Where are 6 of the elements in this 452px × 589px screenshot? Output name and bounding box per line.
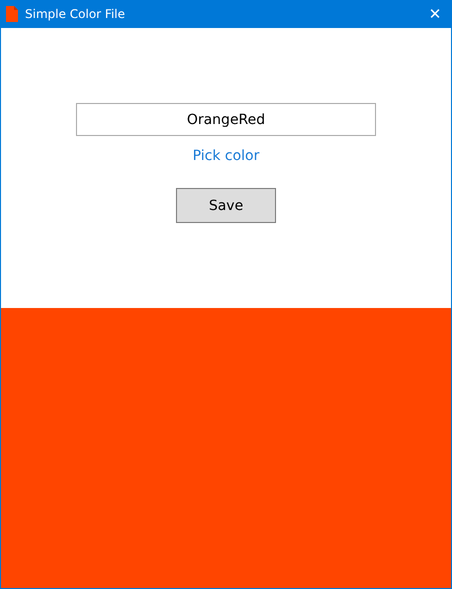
- save-button[interactable]: Save: [176, 188, 276, 223]
- color-name-field[interactable]: OrangeRed: [76, 103, 376, 136]
- close-button[interactable]: ✕: [418, 0, 452, 28]
- window-title: Simple Color File: [25, 7, 126, 21]
- document-icon: [6, 6, 18, 22]
- pick-color-link[interactable]: Pick color: [192, 148, 260, 164]
